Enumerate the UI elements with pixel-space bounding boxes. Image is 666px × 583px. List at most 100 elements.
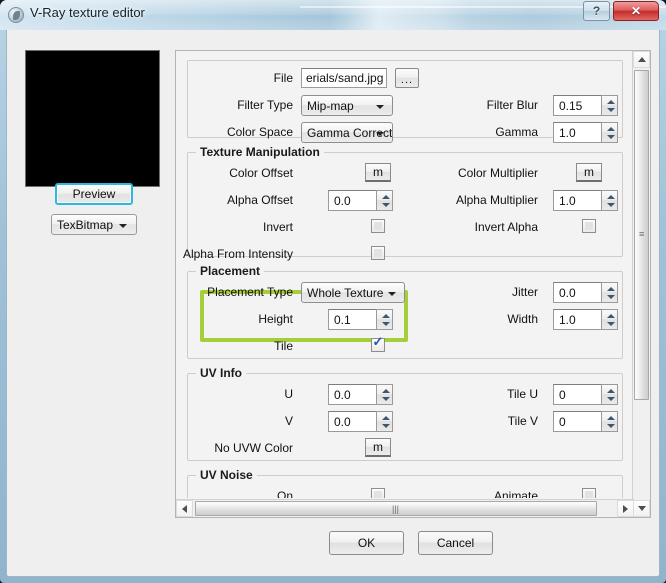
texture-manipulation-title: Texture Manipulation: [196, 145, 324, 159]
no-uvw-color-label: No UVW Color: [214, 441, 293, 455]
row-color-offset: Color Offset m Color Multiplier m: [188, 160, 622, 187]
invert-alpha-label: Invert Alpha: [474, 220, 538, 234]
tile-checkbox[interactable]: [371, 335, 385, 352]
scroll-down-button[interactable]: [633, 500, 650, 517]
texture-manipulation-group: Texture Manipulation Color Offset m Colo…: [183, 145, 623, 261]
filter-blur-label: Filter Blur: [486, 98, 538, 112]
filter-type-label: Filter Type: [237, 98, 293, 112]
close-button[interactable]: ✕: [613, 1, 659, 21]
preview-button[interactable]: Preview: [55, 183, 133, 205]
placement-group: Placement Placement Type Whole Texture J…: [187, 264, 623, 360]
alpha-from-intensity-checkbox[interactable]: [371, 246, 385, 260]
vray-icon: [8, 7, 24, 23]
scroll-up-icon: [637, 57, 646, 62]
placement-type-label: Placement Type: [207, 285, 293, 299]
chevron-down-icon: [376, 132, 384, 136]
scroll-right-icon: [623, 504, 628, 513]
browse-file-button[interactable]: ...: [395, 68, 419, 88]
row-noise-on: On Animate: [188, 483, 622, 498]
vertical-scrollbar[interactable]: ≡: [632, 51, 650, 517]
width-input[interactable]: 1.0: [553, 309, 601, 330]
placement-type-value: Whole Texture: [307, 285, 384, 300]
invert-checkbox[interactable]: [371, 219, 385, 233]
row-height: Height 0.1 Width 1.0: [188, 306, 622, 333]
preview-swatch[interactable]: [25, 50, 160, 187]
gamma-label: Gamma: [495, 125, 538, 139]
u-stepper[interactable]: [376, 384, 393, 405]
filter-type-combo[interactable]: Mip-map: [301, 95, 393, 116]
width-label: Width: [507, 312, 538, 326]
title-bar-glass-reflection: [330, 0, 470, 30]
placement-type-combo[interactable]: Whole Texture: [301, 282, 405, 303]
jitter-label: Jitter: [511, 285, 538, 299]
gamma-stepper[interactable]: [601, 122, 618, 143]
cancel-button[interactable]: Cancel: [418, 531, 493, 555]
row-file: File erials/sand.jpg ...: [188, 65, 622, 92]
invert-label: Invert: [262, 220, 293, 234]
v-input[interactable]: 0.0: [328, 411, 376, 432]
placement-title: Placement: [196, 264, 265, 278]
width-stepper[interactable]: [601, 309, 618, 330]
uv-info-title: UV Info: [196, 366, 246, 380]
title-bar[interactable]: V-Ray texture editor ? ✕: [0, 0, 666, 30]
tile-v-input[interactable]: 0: [553, 411, 601, 432]
v-stepper[interactable]: [376, 411, 393, 432]
alpha-from-intensity-label: Alpha From Intensity: [182, 247, 293, 261]
vray-texture-editor-window: V-Ray texture editor ? ✕ Preview TexBitm…: [0, 0, 666, 583]
height-stepper[interactable]: [376, 309, 393, 330]
gamma-input[interactable]: 1.0: [553, 122, 601, 143]
jitter-input[interactable]: 0.0: [553, 282, 601, 303]
height-input[interactable]: 0.1: [328, 309, 376, 330]
row-color-space: Color Space Gamma Correcte Gamma 1.0: [188, 119, 622, 146]
u-input[interactable]: 0.0: [328, 384, 376, 405]
scrollbar-grip-icon: |||: [392, 504, 400, 514]
parameters-panel: File erials/sand.jpg ... Filter Type Mip…: [175, 50, 651, 518]
scroll-left-icon: [182, 504, 187, 513]
texture-type-combo[interactable]: TexBitmap: [51, 214, 137, 235]
window-title: V-Ray texture editor: [30, 5, 145, 20]
color-multiplier-swatch-button[interactable]: m: [576, 163, 602, 182]
scroll-down-icon: [637, 506, 646, 511]
color-offset-label: Color Offset: [229, 166, 293, 180]
vertical-scrollbar-thumb[interactable]: ≡: [634, 70, 649, 400]
alpha-multiplier-stepper[interactable]: [601, 190, 618, 211]
noise-animate-checkbox[interactable]: [582, 488, 596, 498]
title-bar-glass-line: [300, 6, 666, 8]
alpha-offset-input[interactable]: 0.0: [328, 190, 376, 211]
color-space-combo[interactable]: Gamma Correcte: [301, 122, 393, 143]
scroll-right-button[interactable]: [617, 500, 634, 517]
tile-v-stepper[interactable]: [601, 411, 618, 432]
row-tile: Tile: [188, 333, 622, 360]
alpha-multiplier-input[interactable]: 1.0: [553, 190, 601, 211]
help-button[interactable]: ?: [583, 1, 610, 21]
alpha-offset-stepper[interactable]: [376, 190, 393, 211]
uv-noise-group: UV Noise On Animate Amount 1.0 Levels: [187, 468, 623, 498]
row-filter-type: Filter Type Mip-map Filter Blur 0.15: [188, 92, 622, 119]
invert-alpha-checkbox[interactable]: [582, 219, 596, 233]
filter-type-value: Mip-map: [307, 98, 354, 113]
noise-on-checkbox[interactable]: [371, 488, 385, 498]
tile-label: Tile: [274, 339, 293, 353]
filter-blur-stepper[interactable]: [601, 95, 618, 116]
horizontal-scrollbar[interactable]: |||: [176, 499, 634, 517]
jitter-stepper[interactable]: [601, 282, 618, 303]
chevron-down-icon: [388, 292, 396, 296]
no-uvw-color-swatch-button[interactable]: m: [365, 438, 391, 457]
tile-u-stepper[interactable]: [601, 384, 618, 405]
ok-button[interactable]: OK: [329, 531, 404, 555]
row-placement-type: Placement Type Whole Texture Jitter 0.0: [188, 279, 622, 306]
tile-v-label: Tile V: [507, 414, 538, 428]
horizontal-scrollbar-thumb[interactable]: |||: [195, 501, 597, 516]
filter-blur-input[interactable]: 0.15: [553, 95, 601, 116]
bitmap-group: File erials/sand.jpg ... Filter Type Mip…: [187, 60, 623, 143]
scroll-left-button[interactable]: [176, 500, 193, 517]
row-alpha-offset: Alpha Offset 0.0 Alpha Multiplier 1.0: [188, 187, 622, 214]
scroll-up-button[interactable]: [633, 51, 650, 68]
uv-info-group: UV Info U 0.0 Tile U 0 V 0.0 Tile V 0 No…: [187, 366, 623, 462]
uv-noise-title: UV Noise: [196, 468, 257, 482]
row-no-uvw-color: No UVW Color m: [188, 435, 622, 462]
file-input[interactable]: erials/sand.jpg: [301, 68, 387, 88]
color-offset-swatch-button[interactable]: m: [365, 163, 391, 182]
parameters-viewport: File erials/sand.jpg ... Filter Type Mip…: [177, 52, 633, 498]
tile-u-input[interactable]: 0: [553, 384, 601, 405]
